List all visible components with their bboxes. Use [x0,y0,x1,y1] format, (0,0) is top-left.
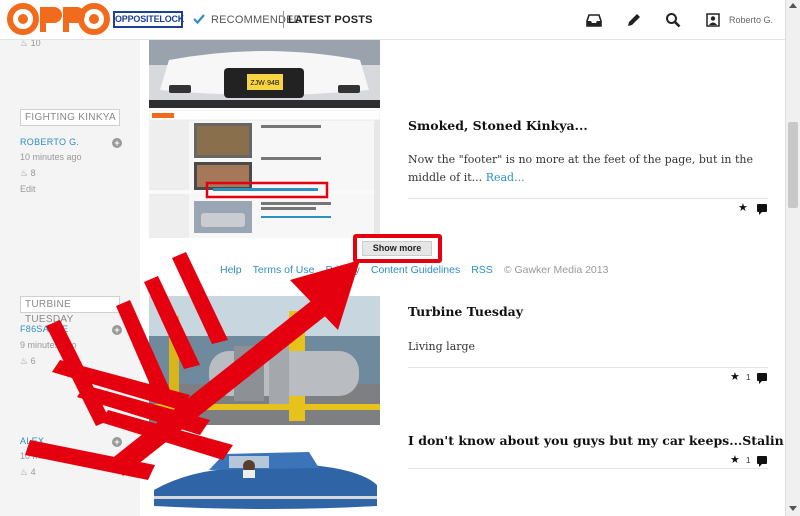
post-author[interactable]: ROBERTO G. [20,137,79,147]
post-divider [408,468,768,469]
brand-name[interactable]: OPPOSITELOCK [113,11,184,28]
likes-count: ♨ 6 [20,356,36,366]
post-time[interactable]: 9 minutes ago [20,340,77,350]
post-divider [408,198,768,199]
post-title[interactable]: Turbine Tuesday [408,304,523,319]
post-time[interactable]: 10 minutes ago [20,152,82,162]
footer-rss-link[interactable]: RSS [471,264,493,276]
license-plate: ZJW·94B [250,80,280,87]
footer-privacy-link[interactable]: Privacy [325,264,359,276]
nav-latest-posts[interactable]: LATEST POSTS [288,14,373,26]
footer-copyright: © Gawker Media 2013 [503,264,609,276]
post-title[interactable]: Smoked, Stoned Kinkya... [408,118,588,133]
star-icon[interactable]: ★ [738,201,748,214]
user-name[interactable]: Roberto G. [729,15,773,25]
footer-guidelines-link[interactable]: Content Guidelines [371,264,460,276]
comment-icon[interactable] [757,204,767,215]
scroll-thumb[interactable] [788,122,798,208]
footer-help-link[interactable]: Help [220,264,242,276]
post-excerpt: Living large [408,340,476,353]
post-author[interactable]: ALEX [20,436,44,446]
follow-plus-icon[interactable]: + [112,437,122,447]
post-author[interactable]: F86SABRE [20,324,68,334]
pencil-icon[interactable] [625,11,643,29]
star-count: 1 [746,456,751,465]
post-image-turbine[interactable] [149,296,380,425]
nav-divider [283,11,284,28]
footer-terms-link[interactable]: Terms of Use [253,264,315,276]
flame-icon: ♨ [20,467,29,477]
show-more-button[interactable]: Show more [362,241,432,256]
scroll-down-arrow-icon[interactable] [789,506,797,511]
oppo-logo[interactable] [6,2,110,36]
inbox-icon[interactable] [585,11,603,29]
read-more-link[interactable]: Read... [486,171,525,184]
star-count: 1 [746,373,751,382]
footer-links: Help Terms of Use Privacy Content Guideline… [220,264,619,276]
post-time[interactable]: 10 minutes ago [20,451,82,461]
follow-plus-icon[interactable]: + [112,138,122,148]
check-icon [193,14,205,25]
user-avatar-icon[interactable] [704,11,722,29]
post-excerpt: Now the "footer" is no more at the feet … [408,153,753,184]
top-header: OPPOSITELOCK RECOMMENDED LATEST POSTS Ro… [0,0,785,40]
comment-icon[interactable] [757,456,767,467]
flame-icon: ♨ [20,356,29,366]
post-tag[interactable]: TURBINE TUESDAY [20,296,120,325]
search-icon[interactable] [664,11,682,29]
vertical-scrollbar[interactable] [785,0,800,516]
edit-link[interactable]: Edit [20,184,36,194]
star-icon[interactable]: ★ [730,453,740,466]
post-title[interactable]: I don't know about you guys but my car k… [408,433,789,448]
likes-count: ♨ 8 [20,168,36,178]
flame-icon: ♨ [20,168,29,178]
post-tag[interactable]: FIGHTING KINKYA [20,109,120,126]
post-image-car-front[interactable]: ZJW·94B [149,40,380,108]
likes-count: ♨ 4 [20,467,36,477]
star-icon[interactable]: ★ [730,370,740,383]
scroll-up-arrow-icon[interactable] [789,3,797,8]
follow-plus-icon[interactable]: + [112,325,122,335]
post-image-page-screenshot[interactable] [149,110,380,238]
comment-icon[interactable] [757,373,767,384]
post-image-blue-car[interactable] [149,440,380,516]
post-divider [408,367,768,368]
